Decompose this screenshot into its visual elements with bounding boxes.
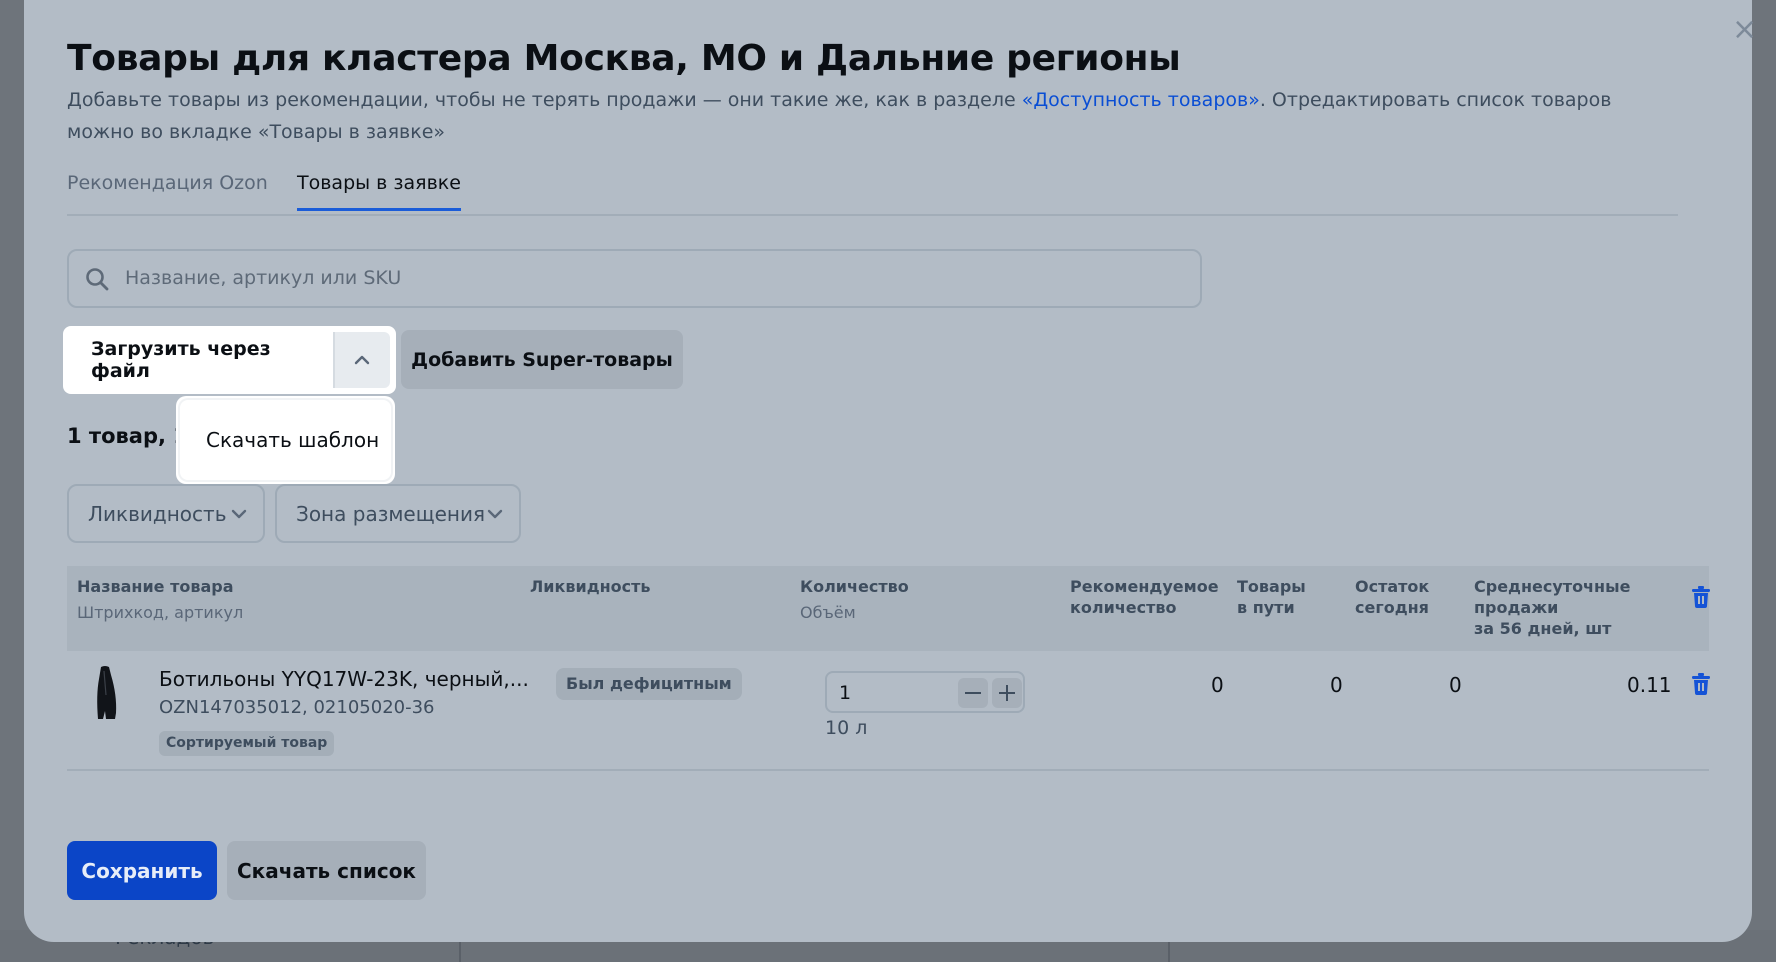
download-template-item[interactable]: Скачать шаблон [180,400,391,480]
product-volume: 10 л [825,717,868,739]
stock-today: 0 [1449,673,1462,697]
column-liquidity: Ликвидность [530,577,651,596]
column-in-transit: Товары в пути [1237,576,1306,618]
chevron-up-icon [354,355,370,365]
chevron-down-icon [487,509,503,519]
upload-file-split-button: Загрузить через файл [63,326,396,394]
column-recommended: Рекомендуемое количество [1070,576,1219,618]
tab-request-products[interactable]: Товары в заявке [297,172,461,211]
recommended-quantity: 0 [1211,673,1224,697]
save-button[interactable]: Сохранить [67,841,217,900]
chevron-down-icon [231,509,247,519]
column-label: Остаток [1355,577,1430,596]
quantity-stepper: 1 [825,671,1025,713]
liquidity-badge: Был дефицитным [556,668,742,700]
delete-row-icon[interactable] [1692,673,1710,695]
tab-ozon-recommendation[interactable]: Рекомендация Ozon [67,172,268,194]
add-super-products-button[interactable]: Добавить Super-товары [401,330,683,389]
filter-placement-zone[interactable]: Зона размещения [275,484,521,543]
product-name[interactable]: Ботильоны YYQ17W-23K, черный,... [159,667,529,691]
column-label: Количество [800,577,909,596]
in-transit-quantity: 0 [1330,673,1343,697]
backdrop-divider [1168,940,1170,962]
download-list-button[interactable]: Скачать список [227,841,426,900]
table-row: Ботильоны YYQ17W-23K, черный,... OZN1470… [67,651,1710,771]
column-label: в пути [1237,598,1295,617]
backdrop-divider [459,940,461,962]
product-codes: OZN147035012, 02105020-36 [159,697,435,718]
search-icon [86,268,109,291]
modal-description: Добавьте товары из рекомендации, чтобы н… [67,84,1657,148]
column-avg-sales: Среднесуточные продажи за 56 дней, шт [1474,576,1630,639]
column-label: количество [1070,598,1177,617]
upload-menu-toggle[interactable] [335,332,390,388]
quantity-input[interactable]: 1 [839,682,851,704]
column-sublabel: Штрихкод, артикул [77,603,244,622]
column-label: Товары [1237,577,1306,596]
decrement-button[interactable] [958,678,988,708]
column-label: сегодня [1355,598,1429,617]
search-input[interactable]: Название, артикул или SKU [125,267,401,289]
filter-label: Ликвидность [88,501,227,526]
description-text: Добавьте товары из рекомендации, чтобы н… [67,89,1022,111]
column-stock-today: Остаток сегодня [1355,576,1429,618]
filter-label: Зона размещения [296,501,485,526]
column-label: Среднесуточные [1474,577,1631,596]
products-modal: × Товары для кластера Москва, МО и Дальн… [24,0,1757,942]
product-thumbnail[interactable] [95,665,119,721]
sortable-tag: Сортируемый товар [159,731,335,756]
column-label: Название товара [77,577,234,596]
close-icon[interactable]: × [1732,15,1757,45]
column-sublabel: Объём [800,603,856,622]
column-label: продажи [1474,598,1559,617]
upload-file-button[interactable]: Загрузить через файл [69,332,331,388]
filter-liquidity[interactable]: Ликвидность [67,484,265,543]
column-quantity: Количество Объём [800,576,909,623]
table-header: Название товара Штрихкод, артикул Ликвид… [67,566,1710,651]
column-label: за 56 дней, шт [1474,619,1612,638]
delete-all-icon[interactable] [1692,586,1710,608]
avg-daily-sales: 0.11 [1627,673,1672,697]
column-product-name: Название товара Штрихкод, артикул [77,576,243,623]
search-field[interactable]: Название, артикул или SKU [67,249,1202,308]
availability-link[interactable]: «Доступность товаров» [1022,89,1260,111]
upload-dropdown-menu: Скачать шаблон [176,396,395,484]
column-label: Рекомендуемое [1070,577,1219,596]
modal-title: Товары для кластера Москва, МО и Дальние… [67,38,1181,79]
increment-button[interactable] [992,678,1022,708]
tab-bar: Рекомендация Ozon Товары в заявке [67,170,1678,216]
